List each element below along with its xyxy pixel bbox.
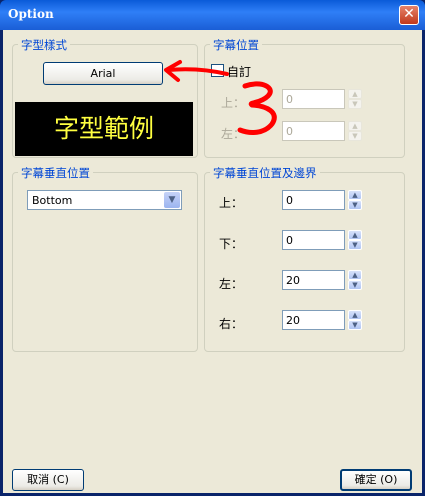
red-number-3-annotation — [237, 81, 277, 135]
option-dialog: Option ✕ 字型樣式 Arial 字型範例 字幕位置 自訂 上： 0 ▲ … — [0, 0, 425, 496]
red-annotation-overlay — [164, 60, 277, 135]
red-arrow-annotation — [164, 60, 229, 82]
